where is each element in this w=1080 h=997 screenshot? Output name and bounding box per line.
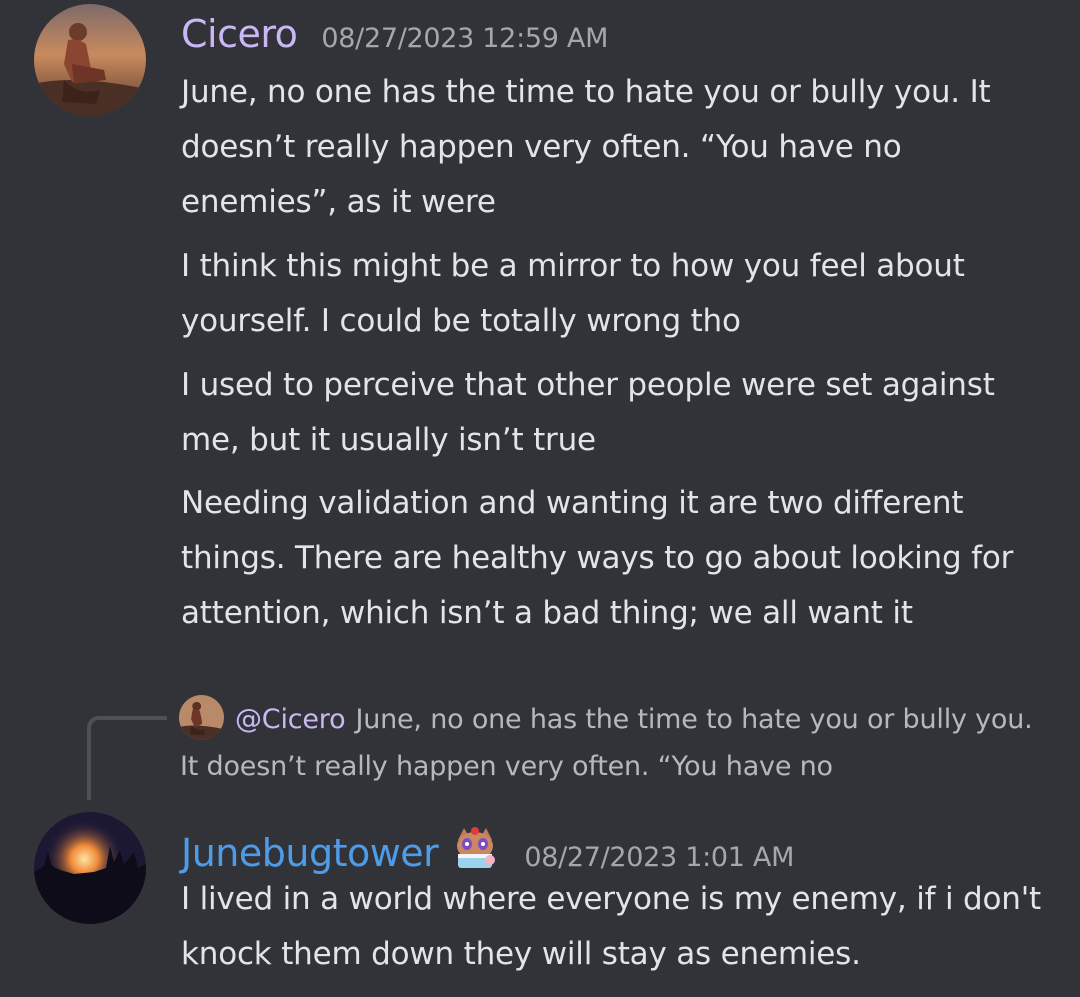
cicero-message-text-1: June, no one has the time to hate you or…	[181, 74, 991, 220]
junebugtower-message-text-1: I lived in a world where everyone is my …	[181, 881, 1042, 972]
cicero-timestamp[interactable]: 08/27/2023 12:59 AM	[321, 23, 608, 54]
cicero-message-text-2: I think this might be a mirror to how yo…	[181, 248, 965, 339]
reply-mention[interactable]: @Cicero	[235, 704, 346, 735]
cicero-username[interactable]: Cicero	[181, 12, 298, 56]
cicero-message-text-4: Needing validation and wanting it are tw…	[181, 485, 1014, 631]
cicero-message-header: Cicero 08/27/2023 12:59 AM	[181, 12, 608, 56]
cicero-avatar[interactable]	[34, 4, 146, 116]
junebugtower-message-header: Junebugtower 08/27/2023 1:01 AM	[181, 818, 794, 875]
reply-preview[interactable]: @Cicero June, no one has the time to hate…	[180, 696, 1040, 790]
junebugtower-timestamp[interactable]: 08/27/2023 1:01 AM	[524, 842, 794, 873]
cat-cake-emoji-icon[interactable]	[450, 822, 500, 870]
junebugtower-avatar[interactable]	[34, 812, 146, 924]
junebugtower-username[interactable]: Junebugtower	[181, 831, 439, 875]
reply-connector-line	[87, 716, 167, 800]
cicero-message-text-3: I used to perceive that other people wer…	[181, 367, 995, 458]
